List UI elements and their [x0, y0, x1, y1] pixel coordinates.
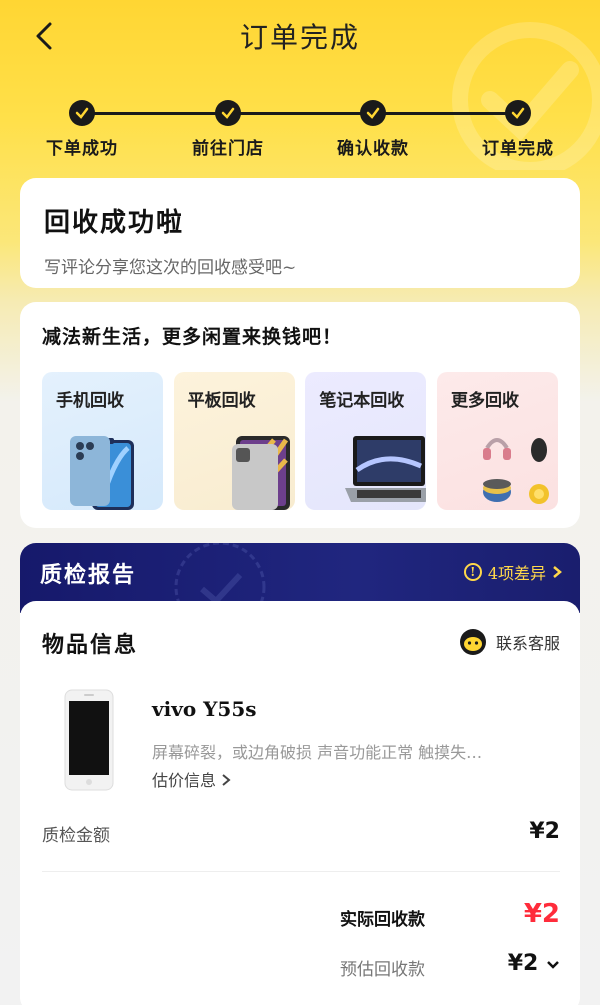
check-icon [69, 100, 95, 126]
product-name: vivo Y55s [152, 697, 257, 721]
check-icon [505, 100, 531, 126]
tile-label: 平板回收 [187, 391, 256, 411]
progress-step-label: 下单成功 [46, 139, 118, 159]
estimated-payment-row[interactable]: 预估回收款 ¥2 [340, 951, 560, 985]
estimated-payment-value: ¥2 [508, 951, 560, 976]
qa-amount-label: 质检金额 [42, 826, 110, 846]
qa-amount-row: 质检金额 ¥2 [42, 819, 560, 849]
recycle-more-title: 减法新生活，更多闲置来换钱吧！ [42, 326, 343, 348]
actual-payment-value: ¥2 [523, 899, 560, 929]
page-title: 订单完成 [239, 21, 360, 54]
quality-report-title: 质检报告 [40, 562, 137, 588]
tile-label: 更多回收 [450, 391, 519, 411]
difference-link[interactable]: ! 4项差异 [463, 560, 562, 584]
order-progress: 下单成功 前往门店 确认收款 订单完成 [0, 72, 600, 168]
tablet-icon [231, 436, 290, 510]
quality-report-card: 质检报告 ! 4项差异 物品信息 联系客服 vivo Y55s 屏幕碎裂，或边角… [20, 543, 580, 1005]
quality-report-body: 物品信息 联系客服 vivo Y55s 屏幕碎裂，或边角破损 声音功能正常 触摸… [20, 601, 580, 1005]
qa-amount-value: ¥2 [529, 819, 560, 844]
recycle-success-card[interactable]: 回收成功啦 写评论分享您这次的回收感受吧~ [20, 178, 580, 288]
actual-payment-row: 实际回收款 ¥2 [340, 899, 560, 933]
contact-service-label: 联系客服 [495, 634, 560, 653]
contact-service-button[interactable]: 联系客服 [458, 627, 560, 657]
progress-line [82, 112, 518, 115]
chevron-right-icon [222, 774, 231, 786]
divider [42, 871, 560, 872]
check-icon [215, 100, 241, 126]
chevron-down-icon [547, 961, 559, 969]
laptop-icon [345, 436, 427, 502]
progress-step-label: 前往门店 [192, 139, 264, 159]
difference-count: 4项差异 [487, 564, 546, 583]
misc-goods-icon [482, 438, 549, 504]
tile-label: 手机回收 [56, 391, 124, 411]
progress-step-label: 订单完成 [482, 139, 554, 159]
chevron-right-icon [553, 566, 562, 578]
progress-step-label: 确认收款 [337, 139, 409, 159]
warning-icon: ! [463, 563, 482, 581]
more-recycle-tile[interactable]: 更多回收 [436, 372, 558, 510]
estimated-payment-label: 预估回收款 [340, 960, 425, 980]
estimate-info-link[interactable]: 估价信息 [152, 767, 231, 791]
tablet-recycle-tile[interactable]: 平板回收 [173, 372, 295, 510]
review-prompt[interactable]: 写评论分享您这次的回收感受吧~ [44, 253, 556, 278]
estimate-info-label: 估价信息 [152, 771, 217, 790]
actual-payment-label: 实际回收款 [340, 910, 425, 930]
phone-recycle-tile[interactable]: 手机回收 [42, 372, 163, 510]
recycle-tiles: 手机回收 平板回收 笔记本回收 更多回收 [42, 372, 558, 510]
progress-step-2: 前往门店 [168, 100, 288, 159]
success-title: 回收成功啦 [44, 208, 185, 238]
progress-step-1: 下单成功 [22, 100, 142, 159]
progress-step-4: 订单完成 [458, 100, 578, 159]
check-icon [360, 100, 386, 126]
laptop-recycle-tile[interactable]: 笔记本回收 [305, 372, 427, 510]
smartphone-icon [70, 436, 134, 510]
progress-step-3: 确认收款 [313, 100, 433, 159]
item-info-title: 物品信息 [42, 632, 139, 658]
header: 订单完成 [0, 0, 600, 72]
product-image [64, 689, 114, 791]
estimated-payment-amount: ¥2 [507, 951, 539, 976]
customer-service-icon [459, 629, 486, 655]
tile-label: 笔记本回收 [319, 391, 405, 411]
product-condition: 屏幕碎裂，或边角破损 声音功能正常 触摸失… [152, 743, 483, 762]
